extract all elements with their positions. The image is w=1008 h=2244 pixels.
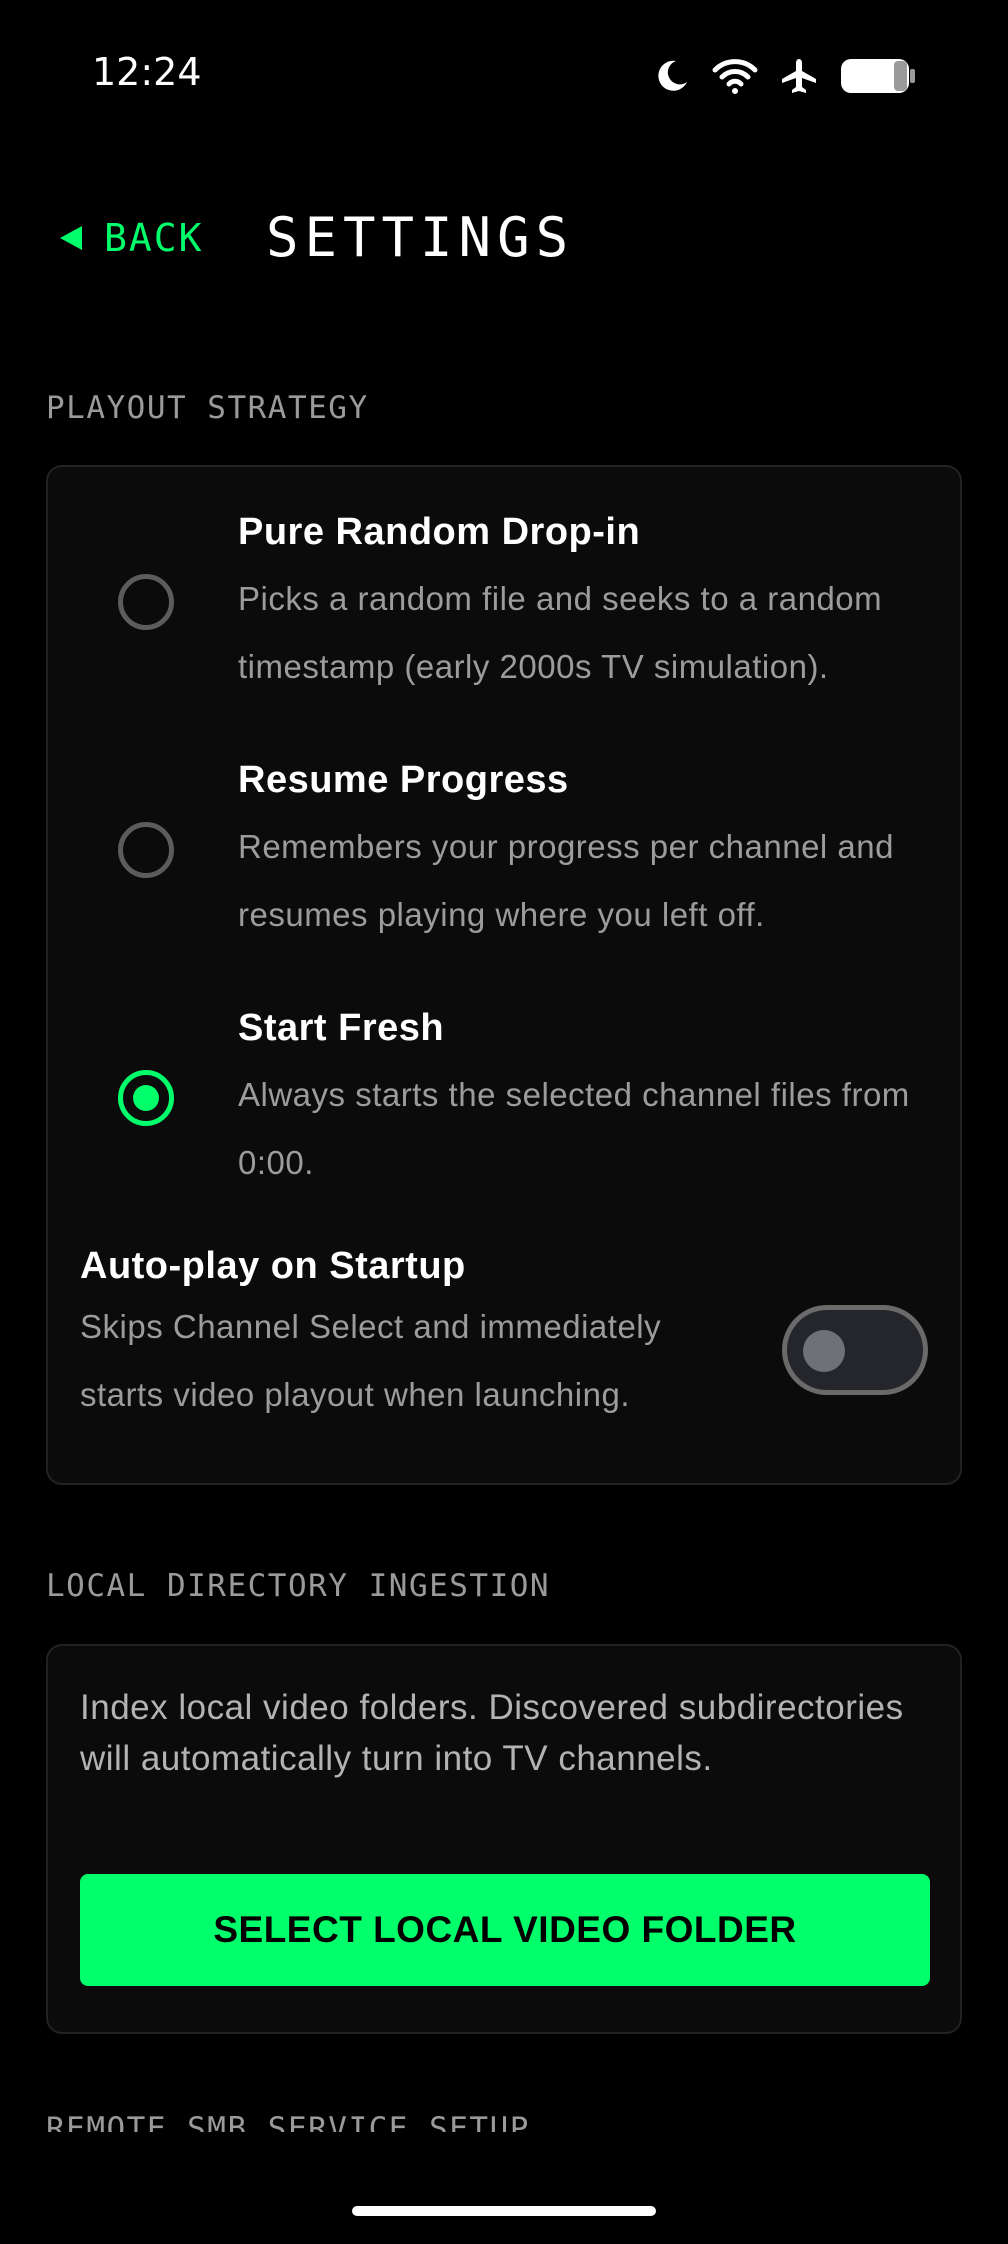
- ingestion-card: Index local video folders. Discovered su…: [46, 1644, 962, 2034]
- home-indicator[interactable]: [352, 2206, 656, 2216]
- autoplay-description: Skips Channel Select and immediately sta…: [80, 1308, 662, 1413]
- back-arrow-icon: [60, 226, 82, 250]
- ingestion-description: Index local video folders. Discovered su…: [80, 1688, 904, 1778]
- status-time: 12:24: [92, 50, 202, 94]
- radio-button[interactable]: [118, 822, 174, 878]
- section-label-playout: PLAYOUT STRATEGY: [46, 390, 369, 426]
- autoplay-title: Auto-play on Startup: [80, 1245, 466, 1287]
- back-label: BACK: [104, 216, 204, 260]
- radio-button-selected[interactable]: [118, 1070, 174, 1126]
- select-folder-button[interactable]: SELECT LOCAL VIDEO FOLDER: [80, 1874, 930, 1986]
- section-label-remote-text: REMOTE SMB SERVICE SETUP: [46, 2114, 530, 2132]
- option-start-fresh[interactable]: Start Fresh Always starts the selected c…: [48, 967, 960, 1187]
- option-description: Picks a random file and seeks to a rando…: [238, 580, 883, 685]
- toggle-knob: [803, 1330, 845, 1372]
- playout-card: Pure Random Drop-in Picks a random file …: [46, 465, 962, 1485]
- moon-icon: [654, 58, 690, 94]
- option-resume-progress[interactable]: Resume Progress Remembers your progress …: [48, 717, 960, 937]
- autoplay-toggle[interactable]: [782, 1305, 928, 1395]
- option-description: Always starts the selected channel files…: [238, 1076, 910, 1181]
- header: BACK SETTINGS: [0, 200, 1008, 280]
- option-title: Pure Random Drop-in: [238, 511, 641, 553]
- status-icons: [654, 54, 916, 98]
- section-label-remote: REMOTE SMB SERVICE SETUP: [46, 2114, 646, 2132]
- status-bar: 12:24: [0, 0, 1008, 150]
- airplane-icon: [780, 57, 818, 95]
- option-title: Start Fresh: [238, 1007, 445, 1049]
- radio-button[interactable]: [118, 574, 174, 630]
- back-button[interactable]: BACK: [60, 216, 204, 260]
- battery-icon: [840, 57, 916, 95]
- option-pure-random[interactable]: Pure Random Drop-in Picks a random file …: [48, 467, 960, 687]
- page-title: SETTINGS: [266, 206, 575, 269]
- option-description: Remembers your progress per channel and …: [238, 828, 894, 933]
- radio-selected-dot: [133, 1085, 159, 1111]
- wifi-icon: [712, 58, 758, 94]
- option-title: Resume Progress: [238, 759, 569, 801]
- section-label-ingestion: LOCAL DIRECTORY INGESTION: [46, 1568, 551, 1604]
